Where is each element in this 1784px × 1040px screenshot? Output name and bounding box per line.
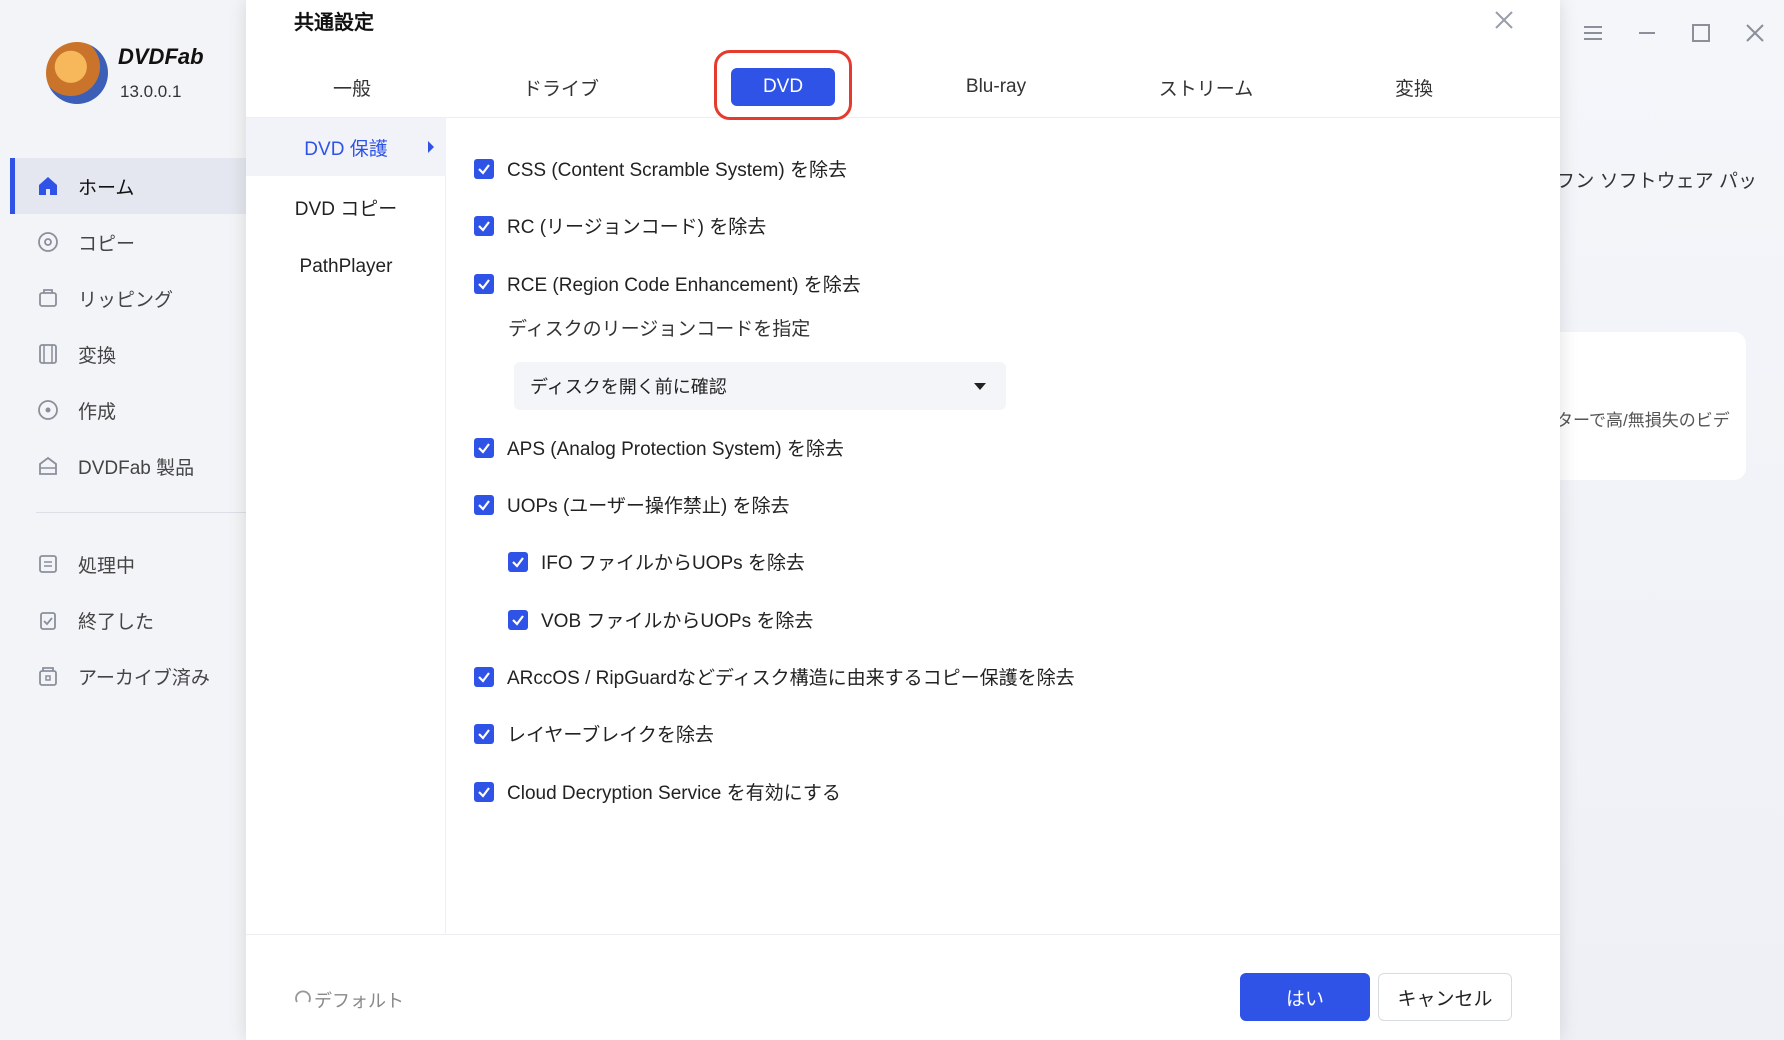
minimize-icon[interactable] (1632, 18, 1662, 48)
region-code-label: ディスクのリージョンコードを指定 (508, 319, 811, 340)
checkbox-checked[interactable] (474, 494, 494, 515)
checkbox-checked[interactable] (508, 609, 528, 630)
nav-label: アーカイブ済み (78, 667, 210, 689)
option-remove-aps[interactable]: APS (Analog Protection System) を除去 (474, 434, 844, 461)
nav-label: 終了した (78, 611, 155, 633)
nav-label: ホーム (78, 177, 135, 199)
background-text: フン ソフトウェア パッ (1556, 171, 1757, 192)
option-remove-rc[interactable]: RC (リージョンコード) を除去 (474, 212, 766, 239)
copy-icon (36, 230, 60, 254)
tab-general[interactable]: 一般 (302, 68, 402, 106)
settings-dialog: 共通設定 一般 ドライブ DVD Blu-ray ストリーム 変換 DVD 保護… (246, 0, 1560, 1040)
checkbox-checked[interactable] (508, 551, 528, 572)
default-button[interactable]: デフォルト (294, 987, 404, 1013)
option-remove-css[interactable]: CSS (Content Scramble System) を除去 (474, 155, 847, 182)
app-sidebar: DVDFab 13.0.0.1 ホーム コピー リッピング 変換 作成 DVDF… (0, 0, 246, 1040)
region-code-dropdown[interactable]: ディスクを開く前に確認 (514, 362, 1006, 410)
option-label: CSS (Content Scramble System) を除去 (507, 160, 847, 181)
checkbox-checked[interactable] (474, 723, 494, 744)
option-label: ARccOS / RipGuardなどディスク構造に由来するコピー保護を除去 (507, 668, 1075, 689)
option-label: RCE (Region Code Enhancement) を除去 (507, 275, 861, 296)
checkbox-checked[interactable] (474, 666, 494, 687)
option-label: UOPs (ユーザー操作禁止) を除去 (507, 496, 790, 517)
nav-item-home[interactable]: ホーム (10, 158, 246, 214)
caret-down-icon (974, 383, 986, 390)
nav-item-finished[interactable]: 終了した (10, 592, 246, 648)
option-label: レイヤーブレイクを除去 (507, 725, 714, 746)
subnav-label: DVD コピー (294, 198, 398, 220)
nav-item-create[interactable]: 作成 (10, 382, 246, 438)
tab-stream[interactable]: ストリーム (1146, 68, 1266, 106)
option-remove-layer-break[interactable]: レイヤーブレイクを除去 (474, 720, 714, 747)
subnav-dvd-copy[interactable]: DVD コピー (246, 178, 446, 236)
option-label: IFO ファイルからUOPs を除去 (541, 553, 805, 574)
arrow-right-icon (428, 141, 434, 153)
dialog-title: 共通設定 (294, 12, 374, 34)
version-label: 13.0.0.1 (120, 82, 182, 101)
clipboard-check-icon (36, 608, 60, 632)
maximize-icon[interactable] (1686, 18, 1716, 48)
cancel-button[interactable]: キャンセル (1378, 973, 1512, 1021)
nav-divider (36, 512, 246, 513)
option-label: VOB ファイルからUOPs を除去 (541, 611, 814, 632)
nav-label: リッピング (78, 289, 174, 311)
option-remove-arccos-ripguard[interactable]: ARccOS / RipGuardなどディスク構造に由来するコピー保護を除去 (474, 663, 1075, 690)
nav-item-products[interactable]: DVDFab 製品 (10, 438, 246, 494)
home-icon (36, 174, 60, 198)
list-icon (36, 552, 60, 576)
settings-subnav: DVD 保護 DVD コピー PathPlayer (246, 118, 446, 934)
nav-label: コピー (78, 233, 136, 255)
nav-label: 変換 (78, 345, 117, 367)
tab-bluray[interactable]: Blu-ray (936, 68, 1056, 106)
option-label: RC (リージョンコード) を除去 (507, 217, 767, 238)
settings-tabbar: 一般 ドライブ DVD Blu-ray ストリーム 変換 (246, 52, 1560, 118)
nav-item-archived[interactable]: アーカイブ済み (10, 648, 246, 704)
ripping-icon (36, 286, 60, 310)
brand-name: DVDFab (118, 44, 204, 69)
background-card-text: ターで高/無損失のビデ (1556, 411, 1730, 430)
dvdfab-logo (46, 42, 108, 104)
nav-item-ripping[interactable]: リッピング (10, 270, 246, 326)
menu-icon[interactable] (1578, 18, 1608, 48)
nav-item-processing[interactable]: 処理中 (10, 536, 246, 592)
subnav-dvd-protection[interactable]: DVD 保護 (246, 118, 446, 176)
checkbox-checked[interactable] (474, 437, 494, 458)
products-icon (36, 454, 60, 478)
tab-highlight-marker (714, 50, 852, 120)
option-remove-rce[interactable]: RCE (Region Code Enhancement) を除去 (474, 270, 861, 297)
checkbox-checked[interactable] (474, 273, 494, 294)
reset-icon (294, 989, 312, 1012)
window-close-icon[interactable] (1740, 18, 1770, 48)
film-icon (36, 342, 60, 366)
checkbox-checked[interactable] (474, 215, 494, 236)
background-main-area (1560, 0, 1784, 1040)
disc-icon (36, 398, 60, 422)
subnav-label: DVD 保護 (304, 138, 388, 160)
dialog-footer: デフォルト はい キャンセル (246, 934, 1560, 1040)
subnav-pathplayer[interactable]: PathPlayer (246, 238, 446, 296)
dialog-close-icon[interactable] (1486, 2, 1522, 38)
nav-label: 処理中 (78, 555, 136, 577)
default-label: デフォルト (314, 991, 404, 1011)
nav-item-copy[interactable]: コピー (10, 214, 246, 270)
option-remove-ifo-uops[interactable]: IFO ファイルからUOPs を除去 (508, 548, 805, 575)
option-label: APS (Analog Protection System) を除去 (507, 439, 844, 460)
ok-button[interactable]: はい (1240, 973, 1370, 1021)
option-label: Cloud Decryption Service を有効にする (507, 783, 841, 804)
archive-icon (36, 664, 60, 688)
subnav-label: PathPlayer (299, 256, 393, 277)
nav-label: DVDFab 製品 (78, 457, 195, 479)
option-cloud-decryption[interactable]: Cloud Decryption Service を有効にする (474, 778, 841, 805)
tab-drive[interactable]: ドライブ (506, 68, 616, 106)
checkbox-checked[interactable] (474, 781, 494, 802)
nav-label: 作成 (78, 401, 117, 423)
option-remove-uops[interactable]: UOPs (ユーザー操作禁止) を除去 (474, 491, 790, 518)
dropdown-value: ディスクを開く前に確認 (530, 377, 727, 397)
option-remove-vob-uops[interactable]: VOB ファイルからUOPs を除去 (508, 606, 813, 633)
nav-item-convert[interactable]: 変換 (10, 326, 246, 382)
tab-convert[interactable]: 変換 (1364, 68, 1464, 106)
checkbox-checked[interactable] (474, 158, 494, 179)
